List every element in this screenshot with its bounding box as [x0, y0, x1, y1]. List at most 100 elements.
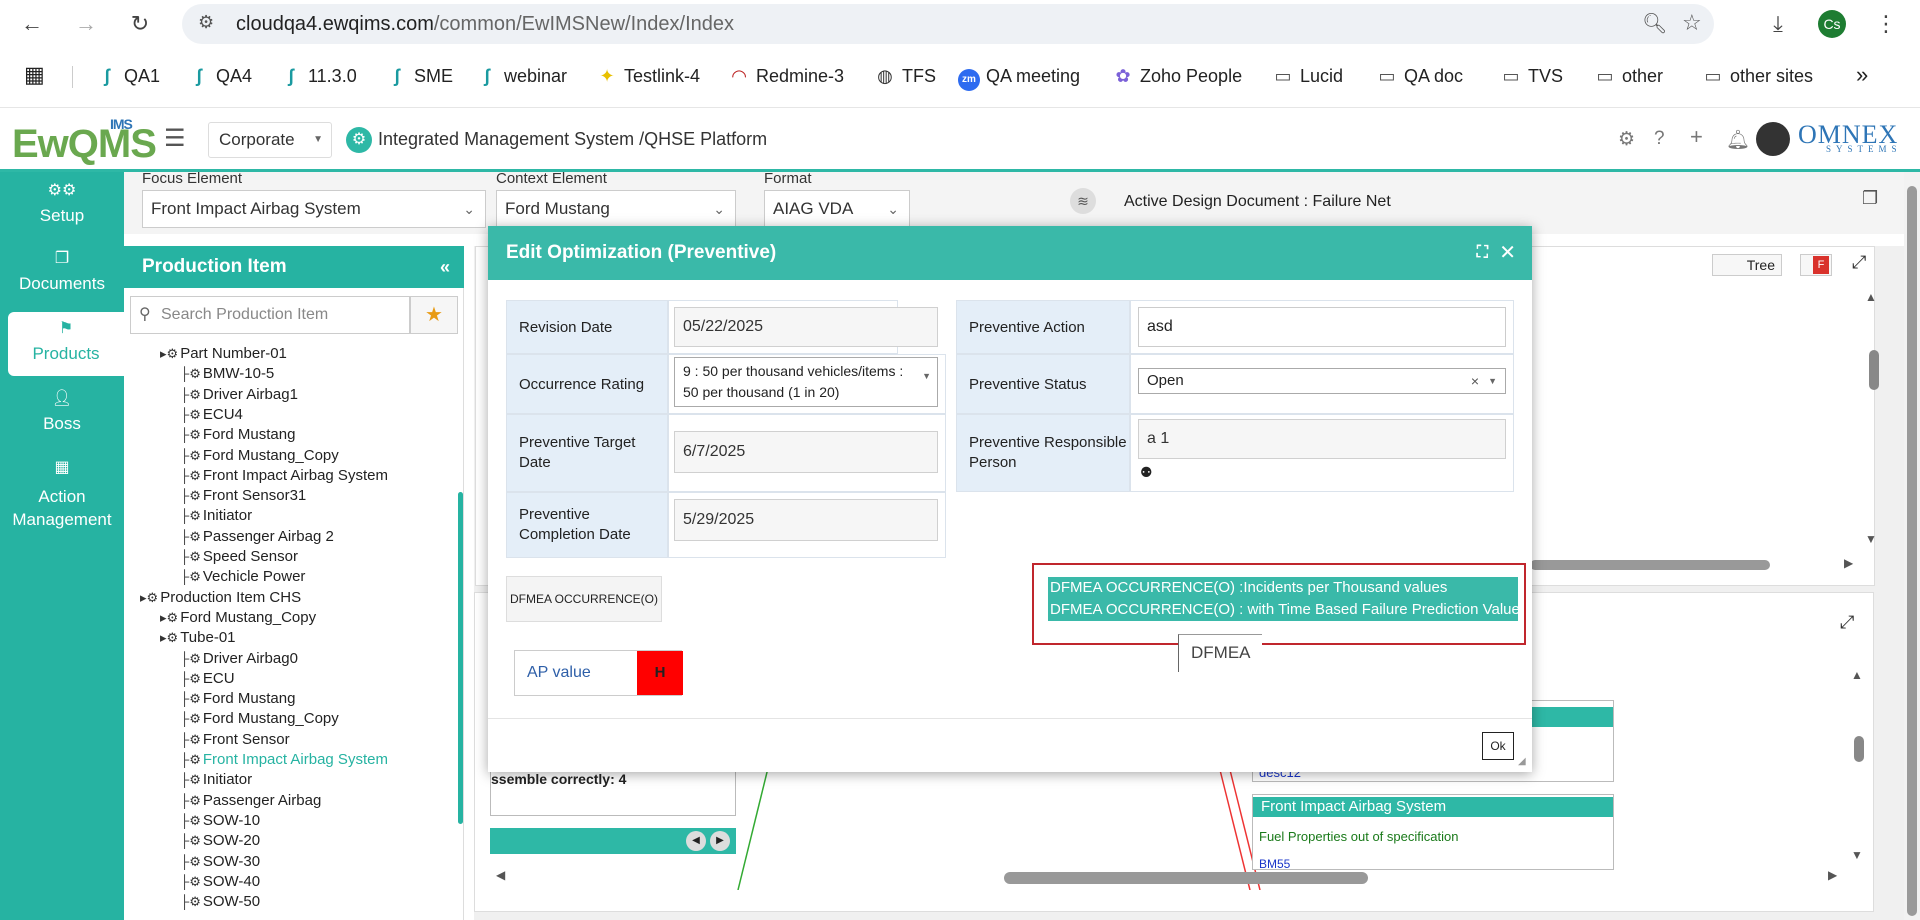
revision-date-input[interactable]: 05/22/2025 — [674, 307, 938, 347]
context-element-select[interactable]: Ford Mustang ⌄ — [496, 190, 736, 228]
preventive-status-select[interactable]: Open × ▼ — [1138, 368, 1506, 394]
tree-branch-icon[interactable]: ├⚙ — [180, 711, 201, 726]
tree-node[interactable]: ▸⚙ Tube-01 — [160, 628, 236, 648]
tree-node[interactable]: ├⚙ BMW-10-5 — [180, 364, 274, 384]
clear-icon[interactable]: × — [1471, 369, 1479, 393]
ok-button[interactable]: Ok — [1482, 732, 1514, 760]
bookmarks-overflow-icon[interactable]: » — [1856, 62, 1868, 88]
tree-node[interactable]: ├⚙ Speed Sensor — [180, 547, 298, 567]
tree-branch-icon[interactable]: ├⚙ — [180, 508, 201, 523]
tree-branch-icon[interactable]: ├⚙ — [180, 549, 201, 564]
apps-grid-icon[interactable]: ▦ — [24, 62, 45, 88]
tree-node[interactable]: ├⚙ ECU4 — [180, 405, 243, 425]
maximize-icon[interactable]: ⛶ — [1477, 226, 1488, 280]
zoom-icon[interactable]: 🔍︎ — [1642, 11, 1667, 36]
tree-node[interactable]: ├⚙ Ford Mustang_Copy — [180, 709, 339, 729]
window-icon[interactable]: ❐ — [1862, 188, 1878, 209]
tree-node[interactable]: ├⚙ ECU — [180, 669, 235, 689]
preventive-action-input[interactable]: asd — [1138, 307, 1506, 347]
expand-branch-icon[interactable]: ▸⚙ — [160, 610, 178, 625]
tree-branch-icon[interactable]: ├⚙ — [180, 651, 201, 666]
org-select[interactable]: Corporate ▼ — [208, 122, 332, 158]
tree-node[interactable]: ▸⚙ Production Item CHS — [140, 588, 301, 608]
dropdown-option-incidents[interactable]: DFMEA OCCURRENCE(O) :Incidents per Thous… — [1048, 577, 1518, 599]
tree-node[interactable]: ├⚙ Ford Mustang — [180, 425, 295, 445]
bookmark-qa-doc[interactable]: ▭ QA doc — [1376, 66, 1463, 87]
f-toggle[interactable]: F — [1800, 254, 1832, 276]
menu-kebab-icon[interactable]: ⋮ — [1870, 8, 1902, 40]
nav-boss[interactable]: 👤︎ Boss — [0, 388, 124, 434]
tree-toggle[interactable]: Tree — [1712, 254, 1782, 276]
expand-branch-icon[interactable]: ▸⚙ — [140, 590, 158, 605]
lower-vscroll-thumb[interactable] — [1854, 736, 1864, 762]
tree-branch-icon[interactable]: ├⚙ — [180, 387, 201, 402]
person-picker-icon[interactable]: ⚉ — [1140, 464, 1153, 481]
scroll-right-icon[interactable]: ▶ — [1828, 868, 1837, 882]
dropdown-option-time-based[interactable]: DFMEA OCCURRENCE(O) : with Time Based Fa… — [1048, 599, 1518, 621]
tree-branch-icon[interactable]: ├⚙ — [180, 488, 201, 503]
tree-node[interactable]: ▸⚙ Part Number-01 — [160, 344, 287, 364]
bookmark-tfs[interactable]: ◍ TFS — [874, 66, 936, 87]
format-select[interactable]: AIAG VDA ⌄ — [764, 190, 910, 228]
page-scroll-thumb[interactable] — [1907, 186, 1917, 916]
tree-branch-icon[interactable]: ├⚙ — [180, 691, 201, 706]
bookmark-lucid[interactable]: ▭ Lucid — [1272, 66, 1343, 87]
reload-icon[interactable]: ↻ — [124, 8, 156, 40]
tree-node[interactable]: ├⚙ Ford Mustang — [180, 689, 295, 709]
tree-branch-icon[interactable]: ├⚙ — [180, 793, 201, 808]
tree-node[interactable]: ├⚙ SOW-30 — [180, 852, 260, 872]
tree-node[interactable]: ▸⚙ Ford Mustang_Copy — [160, 608, 316, 628]
nav-documents[interactable]: ❐ Documents — [0, 248, 124, 294]
tree-scrollbar[interactable] — [458, 492, 463, 824]
tree-node[interactable]: ├⚙ SOW-10 — [180, 811, 260, 831]
tree-node[interactable]: ├⚙ Front Sensor — [180, 730, 290, 750]
tree-node[interactable]: ├⚙ SOW-20 — [180, 831, 260, 851]
back-icon[interactable]: ← — [16, 8, 48, 40]
settings-icon[interactable]: ⚙ — [1618, 128, 1635, 151]
tree-branch-icon[interactable]: ├⚙ — [180, 448, 201, 463]
dfmea-input[interactable]: DFMEA — [1178, 634, 1262, 672]
close-icon[interactable]: ✕ — [1499, 226, 1516, 280]
forward-icon[interactable]: → — [70, 8, 102, 40]
tree-node[interactable]: ├⚙ Passenger Airbag 2 — [180, 527, 334, 547]
next-icon[interactable]: ▶ — [710, 831, 730, 851]
tree-branch-icon[interactable]: ├⚙ — [180, 366, 201, 381]
tree-node[interactable]: ├⚙ Initiator — [180, 770, 252, 790]
tree-node[interactable]: ├⚙ Front Sensor31 — [180, 486, 306, 506]
bookmark-star-icon[interactable]: ☆ — [1682, 10, 1702, 36]
bookmark-redmine[interactable]: ◠ Redmine-3 — [728, 66, 844, 87]
tree-branch-icon[interactable]: ├⚙ — [180, 772, 201, 787]
tree-node[interactable]: ├⚙ Vechicle Power — [180, 567, 305, 587]
tree-branch-icon[interactable]: ├⚙ — [180, 569, 201, 584]
help-icon[interactable]: ? — [1654, 128, 1665, 150]
bookmark-sme[interactable]: ʃ SME — [386, 66, 453, 87]
site-info-icon[interactable]: ⚙ — [198, 12, 214, 33]
scroll-right-icon[interactable]: ▶ — [1844, 556, 1853, 570]
favorite-star-icon[interactable]: ★ — [410, 296, 458, 334]
upper-hscroll-thumb[interactable] — [1530, 560, 1770, 570]
bookmark-qa-meeting[interactable]: zm QA meeting — [958, 66, 1080, 91]
address-bar[interactable]: ⚙ cloudqa4.ewqims.com/common/EwIMSNew/In… — [182, 4, 1714, 44]
prev-icon[interactable]: ◀ — [686, 831, 706, 851]
collapse-icon[interactable]: « — [440, 246, 450, 288]
download-icon[interactable]: ⤓ — [1762, 8, 1794, 40]
hamburger-icon[interactable]: ☰ — [164, 124, 186, 153]
profile-avatar[interactable]: Cs — [1818, 10, 1846, 38]
bookmark-qa1[interactable]: ʃ QA1 — [96, 66, 160, 87]
tree-branch-icon[interactable]: ├⚙ — [180, 732, 201, 747]
bell-icon[interactable]: 🔔︎ — [1726, 128, 1750, 152]
preventive-responsible-person-input[interactable]: a 1 — [1138, 419, 1506, 459]
expand-icon[interactable]: ⤢ — [1852, 252, 1866, 273]
tree-branch-icon[interactable]: ├⚙ — [180, 874, 201, 889]
bookmark-testlink[interactable]: ✦ Testlink-4 — [596, 66, 700, 87]
production-item-search[interactable]: ⚲ Search Production Item — [130, 296, 410, 334]
tree-node[interactable]: ├⚙ Driver Airbag1 — [180, 385, 298, 405]
expand-branch-icon[interactable]: ▸⚙ — [160, 630, 178, 645]
nav-products[interactable]: ⚑ Products — [8, 312, 124, 376]
dfmea-occurrence-button[interactable]: DFMEA OCCURRENCE(O) — [506, 576, 662, 622]
tree-branch-icon[interactable]: ├⚙ — [180, 407, 201, 422]
resize-handle-icon[interactable]: ◢ — [1518, 756, 1526, 767]
tree-node[interactable]: ├⚙ SOW-40 — [180, 872, 260, 892]
tree-node[interactable]: ├⚙ Initiator — [180, 506, 252, 526]
tree-node[interactable]: ├⚙ Driver Airbag0 — [180, 649, 298, 669]
